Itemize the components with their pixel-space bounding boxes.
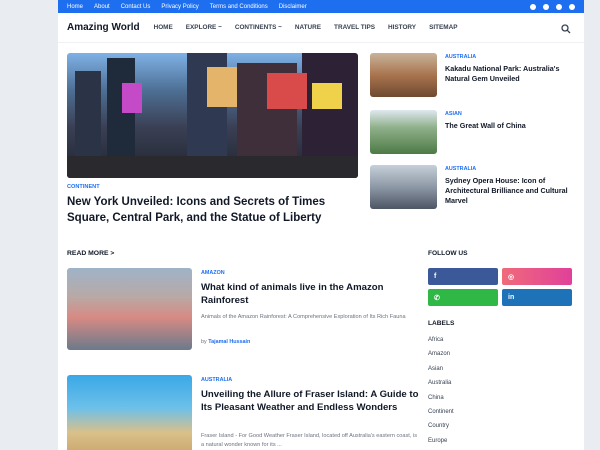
top-link-disclaimer[interactable]: Disclaimer — [279, 4, 307, 10]
instagram-icon: ◎ — [508, 273, 515, 281]
side-story-thumbnail[interactable] — [370, 53, 437, 97]
whatsapp-button[interactable]: ✆ — [428, 289, 498, 306]
whatsapp-icon[interactable] — [569, 3, 575, 10]
top-bar: Home About Contact Us Privacy Policy Ter… — [58, 0, 584, 13]
top-link-contact[interactable]: Contact Us — [121, 4, 151, 10]
side-story-title[interactable]: Kakadu National Park: Australia's Natura… — [445, 64, 575, 84]
side-story-thumbnail[interactable] — [370, 110, 437, 154]
whatsapp-icon: ✆ — [434, 294, 440, 302]
search-button[interactable] — [561, 21, 575, 35]
side-story-title[interactable]: Sydney Opera House: Icon of Architectura… — [445, 176, 575, 207]
label-link[interactable]: Africa — [428, 337, 454, 351]
side-story: ASIAN The Great Wall of China — [370, 110, 580, 156]
label-link[interactable]: Country — [428, 423, 454, 437]
header: Amazing World HOME EXPLORE ~ CONTINENTS … — [58, 13, 584, 43]
instagram-button[interactable]: ◎ — [502, 268, 572, 285]
article-thumbnail[interactable] — [67, 268, 192, 350]
side-story-title[interactable]: The Great Wall of China — [445, 121, 575, 131]
side-story-category[interactable]: AUSTRALIA — [445, 166, 476, 172]
hero-image[interactable] — [67, 53, 358, 178]
nav-home[interactable]: HOME — [154, 24, 173, 31]
nav-travel-tips[interactable]: TRAVEL TIPS — [334, 24, 375, 31]
labels-heading: LABELS — [428, 320, 455, 327]
article-category[interactable]: AMAZON — [201, 270, 225, 276]
nav-sitemap[interactable]: SITEMAP — [429, 24, 457, 31]
label-link[interactable]: Amazon — [428, 351, 454, 365]
page: Home About Contact Us Privacy Policy Ter… — [58, 0, 584, 450]
labels-list: Africa Amazon Asian Australia China Cont… — [428, 337, 454, 450]
article-byline: by Tajamal Hussain — [201, 339, 250, 345]
nav-continents[interactable]: CONTINENTS ~ — [235, 24, 282, 31]
label-link[interactable]: China — [428, 395, 454, 409]
hero-category[interactable]: CONTINENT — [67, 184, 100, 190]
top-link-home[interactable]: Home — [67, 4, 83, 10]
article-excerpt: Animals of the Amazon Rainforest: A Comp… — [201, 314, 406, 320]
read-more-heading[interactable]: READ MORE > — [67, 250, 114, 257]
instagram-icon[interactable] — [543, 3, 549, 10]
side-story-category[interactable]: ASIAN — [445, 111, 462, 117]
nav-explore[interactable]: EXPLORE ~ — [186, 24, 222, 31]
facebook-icon[interactable] — [530, 3, 536, 10]
main-nav: HOME EXPLORE ~ CONTINENTS ~ NATURE TRAVE… — [154, 24, 561, 31]
label-link[interactable]: Australia — [428, 380, 454, 394]
linkedin-icon: in — [508, 294, 515, 301]
facebook-button[interactable]: f — [428, 268, 498, 285]
byline-prefix: by — [201, 339, 207, 345]
nav-history[interactable]: HISTORY — [388, 24, 416, 31]
article-title[interactable]: What kind of animals live in the Amazon … — [201, 281, 419, 308]
article-category[interactable]: AUSTRALIA — [201, 377, 232, 383]
top-social-icons — [530, 3, 575, 10]
nav-nature[interactable]: NATURE — [295, 24, 321, 31]
linkedin-button[interactable]: in — [502, 289, 572, 306]
top-link-privacy[interactable]: Privacy Policy — [161, 4, 198, 10]
article-card: AMAZON What kind of animals live in the … — [67, 268, 417, 352]
article-author[interactable]: Tajamal Hussain — [208, 339, 250, 345]
top-link-about[interactable]: About — [94, 4, 110, 10]
article-excerpt: Fraser Island - For Good Weather Fraser … — [201, 433, 418, 448]
side-story: AUSTRALIA Kakadu National Park: Australi… — [370, 53, 580, 99]
side-story-thumbnail[interactable] — [370, 165, 437, 209]
article-thumbnail[interactable] — [67, 375, 192, 450]
site-logo[interactable]: Amazing World — [67, 22, 140, 33]
label-link[interactable]: Europe — [428, 438, 454, 450]
facebook-icon: f — [434, 273, 437, 280]
follow-us-heading: FOLLOW US — [428, 250, 468, 257]
side-story: AUSTRALIA Sydney Opera House: Icon of Ar… — [370, 165, 580, 211]
hero-title[interactable]: New York Unveiled: Icons and Secrets of … — [67, 194, 362, 226]
label-link[interactable]: Continent — [428, 409, 454, 423]
article-title[interactable]: Unveiling the Allure of Fraser Island: A… — [201, 388, 419, 415]
side-story-category[interactable]: AUSTRALIA — [445, 54, 476, 60]
label-link[interactable]: Asian — [428, 366, 454, 380]
article-card: AUSTRALIA Unveiling the Allure of Fraser… — [67, 375, 419, 450]
linkedin-icon[interactable] — [556, 3, 562, 10]
top-links: Home About Contact Us Privacy Policy Ter… — [67, 4, 307, 10]
top-link-terms[interactable]: Terms and Conditions — [210, 4, 268, 10]
search-icon — [561, 23, 571, 33]
